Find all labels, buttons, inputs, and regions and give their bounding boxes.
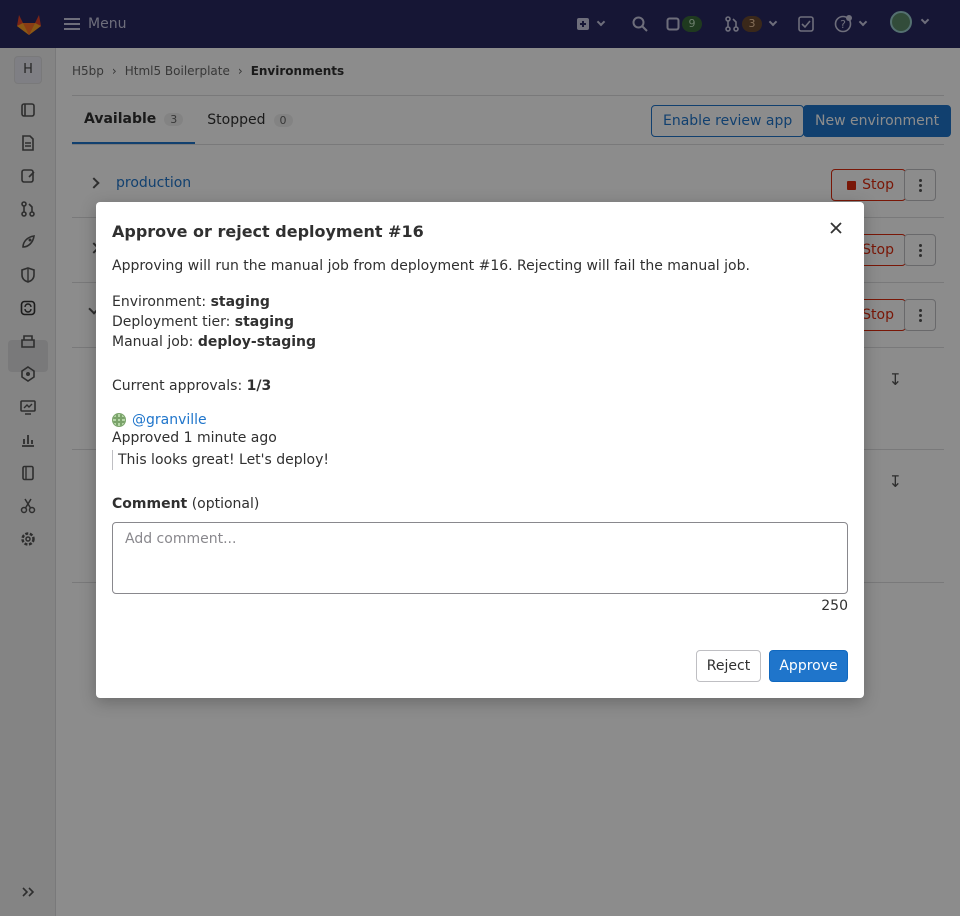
environment-line: Environment: staging	[112, 294, 270, 310]
modal-title: Approve or reject deployment #16	[112, 222, 424, 241]
job-value: deploy-staging	[197, 334, 317, 350]
character-count: 250	[821, 598, 848, 614]
environment-label: Environment:	[112, 294, 207, 310]
current-approvals-line: Current approvals: 1/3	[112, 378, 271, 394]
tier-label: Deployment tier:	[112, 314, 231, 330]
comment-label: Comment (optional)	[112, 496, 259, 512]
approval-comment: This looks great! Let's deploy!	[112, 450, 329, 470]
approvals-label: Current approvals:	[112, 378, 243, 394]
approvals-value: 1/3	[246, 378, 272, 394]
approver-entry: @granville	[112, 412, 207, 428]
close-icon[interactable]	[828, 220, 844, 236]
deployment-tier-line: Deployment tier: staging	[112, 314, 294, 330]
comment-optional-text: (optional)	[191, 496, 260, 512]
approver-handle-link[interactable]: @granville	[132, 412, 207, 428]
reject-button[interactable]: Reject	[696, 650, 761, 682]
comment-textarea[interactable]	[112, 522, 848, 594]
modal-description: Approving will run the manual job from d…	[112, 258, 750, 274]
approve-reject-modal: Approve or reject deployment #16 Approvi…	[96, 202, 864, 698]
comment-label-text: Comment	[112, 496, 188, 512]
approve-button[interactable]: Approve	[769, 650, 848, 682]
approved-time: Approved 1 minute ago	[112, 430, 277, 446]
tier-value: staging	[234, 314, 295, 330]
environment-value: staging	[210, 294, 270, 310]
approver-avatar	[112, 413, 126, 427]
manual-job-line: Manual job: deploy-staging	[112, 334, 316, 350]
job-label: Manual job:	[112, 334, 194, 350]
